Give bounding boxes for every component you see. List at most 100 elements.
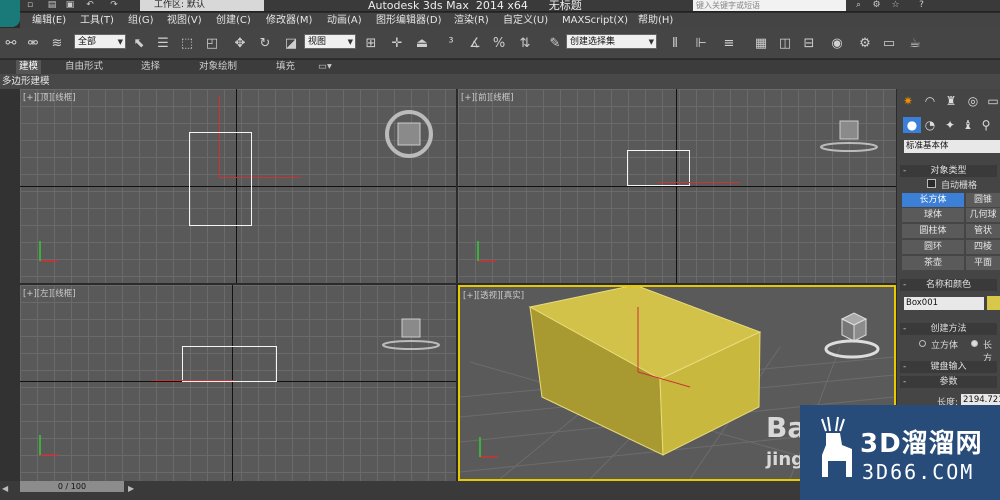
cube-radio[interactable] — [919, 340, 926, 347]
viewport-left[interactable]: [+][左][线框] — [20, 285, 456, 481]
layer-manager-icon[interactable]: ≡ — [720, 35, 738, 53]
viewport-top-label[interactable]: [+][顶][线框] — [23, 91, 76, 103]
box-object-front-view[interactable] — [627, 150, 690, 186]
menu-edit[interactable]: 编辑(E) — [32, 13, 66, 28]
motion-tab-icon[interactable]: ◎ — [964, 93, 982, 109]
bind-space-warp-icon[interactable]: ≋ — [48, 35, 66, 53]
viewport-left-label[interactable]: [+][左][线框] — [23, 287, 76, 299]
hierarchy-tab-icon[interactable]: ♜ — [942, 93, 960, 109]
viewport-front[interactable]: [+][前][线框] — [458, 89, 896, 283]
tab-selection[interactable]: 选择 — [141, 60, 160, 74]
menu-customize[interactable]: 自定义(U) — [503, 13, 548, 28]
move-icon[interactable]: ✥ — [231, 35, 249, 53]
menu-tools[interactable]: 工具(T) — [80, 13, 114, 28]
render-teapot-icon[interactable]: ☕ — [906, 35, 924, 53]
helpers-icon[interactable]: ⚲ — [977, 117, 995, 133]
menu-rendering[interactable]: 渲染(R) — [454, 13, 489, 28]
viewcube-left-icon[interactable] — [380, 315, 440, 353]
timeline-right-arrow-icon[interactable]: ▶ — [128, 484, 134, 493]
menu-group[interactable]: 组(G) — [128, 13, 154, 28]
torus-button[interactable]: 圆环 — [902, 240, 964, 254]
save-icon[interactable]: ▣ — [64, 0, 76, 11]
menu-maxscript[interactable]: MAXScript(X) — [562, 13, 628, 28]
tab-modeling[interactable]: 建模 — [16, 60, 42, 74]
polygon-modeling-label[interactable]: 多边形建模 — [2, 74, 50, 89]
menu-modifiers[interactable]: 修改器(M) — [266, 13, 312, 28]
unlink-icon[interactable]: ⚮ — [24, 35, 42, 53]
plane-button[interactable]: 平面 — [966, 256, 1000, 270]
shapes-icon[interactable]: ◔ — [921, 117, 939, 133]
cone-button[interactable]: 圆锥 — [966, 193, 1000, 207]
create-tab-icon[interactable]: ✷ — [899, 93, 917, 109]
viewport-front-label[interactable]: [+][前][线框] — [461, 91, 514, 103]
undo-icon[interactable]: ↶ — [84, 0, 96, 11]
pyramid-button[interactable]: 四棱 — [966, 240, 1000, 254]
named-selection-select[interactable]: 创建选择集 — [566, 34, 657, 50]
workspace-select[interactable]: 工作区: 默认 — [140, 0, 264, 11]
menu-help[interactable]: 帮助(H) — [638, 13, 673, 28]
box-object-left-view[interactable] — [182, 346, 277, 382]
sphere-button[interactable]: 球体 — [902, 208, 964, 222]
menu-graph-editors[interactable]: 图形编辑器(D) — [376, 13, 442, 28]
reference-coordinate-select[interactable]: 视图 — [304, 34, 356, 50]
geosphere-button[interactable]: 几何球 — [966, 208, 1000, 222]
autogrid-checkbox[interactable] — [927, 179, 936, 188]
viewport-top[interactable]: [+][顶][线框] — [20, 89, 456, 283]
timeline-left-arrow-icon[interactable]: ◀ — [2, 484, 8, 493]
graphite-toggle-icon[interactable]: ▦ — [752, 35, 770, 53]
cylinder-button[interactable]: 圆柱体 — [902, 224, 964, 238]
ribbon-options-icon[interactable]: ▭▾ — [318, 60, 332, 74]
object-color-swatch[interactable] — [987, 296, 1000, 310]
pivot-center-icon[interactable]: ⊞ — [362, 35, 380, 53]
select-by-name-icon[interactable]: ☰ — [154, 35, 172, 53]
creation-method-rollout[interactable]: 创建方法 — [900, 323, 997, 335]
edit-named-selection-icon[interactable]: ✎ — [546, 35, 564, 53]
binoculars-icon[interactable]: ⌕ — [852, 0, 865, 11]
snaps-toggle-icon[interactable]: ³ — [442, 35, 460, 53]
angle-snap-icon[interactable]: ∡ — [466, 35, 484, 53]
modify-tab-icon[interactable]: ◠ — [921, 93, 939, 109]
percent-snap-icon[interactable]: % — [490, 35, 508, 53]
viewcube-perspective-icon[interactable] — [820, 311, 884, 361]
align-icon[interactable]: ⊩ — [692, 35, 710, 53]
tab-freeform[interactable]: 自由形式 — [65, 60, 103, 74]
object-type-rollout[interactable]: 对象类型 — [900, 165, 997, 177]
scale-icon[interactable]: ◪ — [282, 35, 300, 53]
box-radio[interactable] — [971, 340, 978, 347]
menu-views[interactable]: 视图(V) — [167, 13, 202, 28]
select-manipulate-icon[interactable]: ✛ — [388, 35, 406, 53]
keyboard-shortcut-icon[interactable]: ⏏ — [413, 35, 431, 53]
time-slider[interactable]: 0 / 100 — [20, 481, 124, 492]
material-editor-icon[interactable]: ◉ — [828, 35, 846, 53]
star-icon[interactable]: ☆ — [889, 0, 902, 11]
object-name-input[interactable]: Box001 — [904, 297, 984, 310]
cameras-icon[interactable]: ♝ — [959, 117, 977, 133]
curve-editor-icon[interactable]: ◫ — [776, 35, 794, 53]
spinner-snap-icon[interactable]: ⇅ — [516, 35, 534, 53]
new-file-icon[interactable]: ▫ — [24, 0, 36, 11]
rotate-icon[interactable]: ↻ — [256, 35, 274, 53]
tube-button[interactable]: 管状 — [966, 224, 1000, 238]
lights-icon[interactable]: ✦ — [941, 117, 959, 133]
box-button[interactable]: 长方体 — [902, 193, 964, 207]
box-object-top-view[interactable] — [189, 132, 252, 226]
teapot-button[interactable]: 茶壶 — [902, 256, 964, 270]
menu-animation[interactable]: 动画(A) — [327, 13, 362, 28]
tab-populate[interactable]: 填充 — [276, 60, 295, 74]
select-object-icon[interactable]: ⬉ — [130, 35, 148, 53]
mirror-icon[interactable]: ⫴ — [666, 35, 684, 53]
rendered-frame-icon[interactable]: ▭ — [880, 35, 898, 53]
parameters-rollout[interactable]: 参数 — [900, 376, 997, 388]
search-input[interactable]: 键入关键字或短语 — [693, 0, 846, 11]
app-logo-icon[interactable] — [0, 0, 20, 27]
viewcube-front-icon[interactable] — [818, 117, 878, 155]
help-icon[interactable]: ? — [915, 0, 928, 11]
redo-icon[interactable]: ↷ — [108, 0, 120, 11]
rect-selection-icon[interactable]: ⬚ — [178, 35, 196, 53]
display-tab-icon[interactable]: ▭ — [984, 93, 1000, 109]
open-file-icon[interactable]: ▤ — [46, 0, 58, 11]
selection-filter-select[interactable]: 全部 — [74, 34, 126, 50]
subscription-icon[interactable]: ⚙ — [870, 0, 883, 11]
window-crossing-icon[interactable]: ◰ — [203, 35, 221, 53]
box-object-3d[interactable] — [528, 287, 762, 456]
